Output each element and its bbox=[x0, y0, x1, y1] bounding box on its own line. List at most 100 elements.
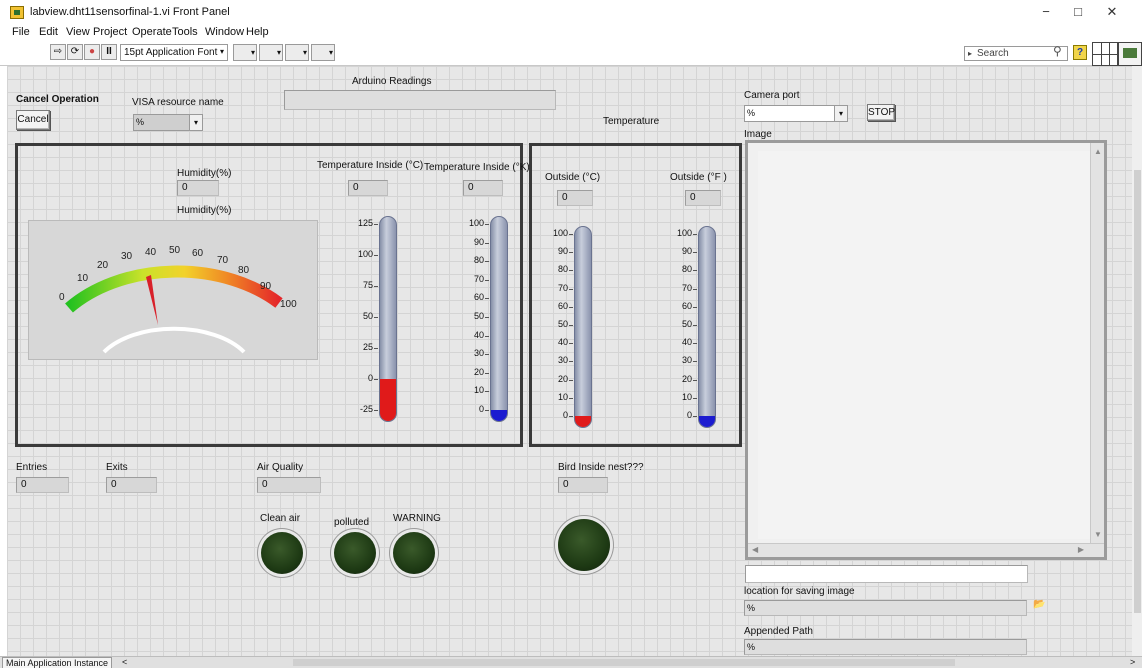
thermo-inside-k-tube bbox=[490, 216, 508, 422]
menu-operate[interactable]: Operate bbox=[132, 26, 172, 38]
thermo-outside-c-tick-label: 60 bbox=[557, 300, 568, 311]
thermo-outside-c-tick-label: 70 bbox=[557, 282, 568, 293]
thermo-outside-c-tick bbox=[569, 343, 573, 345]
exits-indicator: 0 bbox=[106, 477, 157, 493]
camera-port-label: Camera port bbox=[744, 90, 800, 101]
thermo-inside-k-tick bbox=[485, 298, 489, 300]
temp-inside-c-indicator: 0 bbox=[348, 180, 388, 196]
polluted-led[interactable] bbox=[334, 532, 376, 574]
image-filename-input[interactable] bbox=[745, 565, 1028, 583]
menu-help[interactable]: Help bbox=[246, 26, 269, 38]
thermo-outside-f-tick bbox=[693, 270, 697, 272]
thermo-inside-k-tick-label: 30 bbox=[473, 348, 484, 359]
thermo-outside-f-tick-label: 50 bbox=[681, 319, 692, 329]
scroll-up-icon[interactable]: ▲ bbox=[1094, 147, 1102, 156]
humidity-indicator: 0 bbox=[177, 180, 219, 196]
help-icon[interactable]: ? bbox=[1073, 45, 1087, 60]
image-vertical-scrollbar[interactable]: ▲ ▼ bbox=[1090, 143, 1104, 557]
appended-path-label: Appended Path bbox=[744, 626, 813, 637]
abort-icon[interactable]: ● bbox=[84, 44, 100, 60]
menu-view[interactable]: View bbox=[66, 26, 90, 38]
scroll-right-icon[interactable]: > bbox=[1130, 657, 1135, 667]
menu-tools[interactable]: Tools bbox=[172, 26, 198, 38]
warning-led[interactable] bbox=[393, 532, 435, 574]
appended-path-indicator: % bbox=[744, 639, 1027, 655]
gauge-needle[interactable] bbox=[146, 275, 158, 325]
align-objects-icon[interactable]: ▾ bbox=[233, 44, 257, 61]
font-select[interactable]: 15pt Application Font ▾ bbox=[120, 44, 228, 61]
bird-inside-nest-led[interactable] bbox=[558, 519, 610, 571]
vi-icon[interactable] bbox=[1118, 42, 1142, 66]
gauge-tick-label: 90 bbox=[260, 281, 272, 292]
thermo-inside-k-tick-label: 20 bbox=[473, 366, 484, 377]
thermo-inside-k-tick bbox=[485, 224, 489, 225]
panel-vertical-scrollbar[interactable] bbox=[1132, 66, 1142, 656]
gauge-tick-label: 40 bbox=[145, 247, 157, 258]
thermo-outside-f-tick-label: 60 bbox=[681, 300, 692, 311]
camera-port-select[interactable]: % ▾ bbox=[744, 105, 848, 122]
thermo-outside-c-tick-label: 20 bbox=[557, 373, 568, 384]
thermo-inside-c-tick-label: -25 bbox=[359, 404, 373, 414]
front-panel: Cancel Operation Cancel VISA resource na… bbox=[7, 66, 1132, 656]
temperature-title: Temperature bbox=[603, 116, 660, 127]
polluted-label: polluted bbox=[334, 517, 370, 528]
minimize-button[interactable]: − bbox=[1034, 4, 1058, 22]
pause-icon[interactable]: II bbox=[101, 44, 117, 60]
thermo-outside-f-tick bbox=[693, 416, 697, 417]
scroll-left-icon[interactable]: < bbox=[122, 657, 127, 667]
application-instance: Main Application Instance bbox=[2, 657, 113, 668]
browse-folder-icon[interactable]: 📂 bbox=[1033, 599, 1048, 613]
thermo-inside-k-tick-label: 70 bbox=[473, 273, 484, 284]
temp-inside-k-label: Temperature Inside (°K) bbox=[424, 162, 530, 173]
image-canvas[interactable] bbox=[758, 151, 1092, 539]
search-icon[interactable]: ⚲ bbox=[1053, 44, 1062, 58]
stop-button[interactable]: STOP bbox=[867, 104, 895, 121]
thermo-outside-c-tick bbox=[569, 325, 573, 326]
thermo-inside-c-fill[interactable] bbox=[380, 379, 396, 421]
scroll-left-icon[interactable]: ◀ bbox=[752, 545, 758, 554]
chevron-down-icon[interactable]: ▾ bbox=[834, 106, 847, 121]
thermometer-outside-f: 100 90 80 70 60 50 40 30 20 10 0 bbox=[662, 226, 722, 428]
thermo-outside-f-tick bbox=[693, 306, 697, 308]
restore-button[interactable]: □ bbox=[1066, 4, 1090, 22]
chevron-down-icon[interactable]: ▾ bbox=[189, 115, 202, 130]
scroll-right-icon[interactable]: ▶ bbox=[1078, 545, 1084, 554]
panel-vertical-scroll-thumb[interactable] bbox=[1134, 170, 1141, 613]
image-horizontal-scrollbar[interactable]: ◀ ▶ bbox=[748, 543, 1104, 557]
menu-file[interactable]: File bbox=[12, 26, 30, 38]
thermo-outside-f-tick-label: 10 bbox=[681, 391, 692, 402]
arduino-readings-label: Arduino Readings bbox=[352, 76, 432, 87]
distribute-objects-icon[interactable]: ▾ bbox=[259, 44, 283, 61]
thermo-inside-c-tick bbox=[374, 379, 378, 380]
labview-app-icon bbox=[10, 6, 24, 19]
clean-air-led[interactable] bbox=[261, 532, 303, 574]
panel-horizontal-scroll-thumb[interactable] bbox=[293, 659, 955, 666]
run-arrow-icon[interactable]: ⇨ bbox=[50, 44, 66, 60]
visa-resource-select[interactable]: % ▾ bbox=[133, 114, 203, 131]
outside-f-indicator: 0 bbox=[685, 190, 721, 206]
thermo-inside-k-tick bbox=[485, 335, 489, 337]
resize-objects-icon[interactable]: ▾ bbox=[285, 44, 309, 61]
thermo-outside-c-tick bbox=[569, 234, 573, 235]
menu-project[interactable]: Project bbox=[93, 26, 127, 38]
close-button[interactable]: ✕ bbox=[1100, 4, 1124, 22]
thermo-outside-f-tick bbox=[693, 379, 697, 381]
menu-window[interactable]: Window bbox=[205, 26, 244, 38]
thermo-outside-c-tick-label: 30 bbox=[557, 355, 568, 366]
run-continuously-icon[interactable]: ⟳ bbox=[67, 44, 83, 60]
thermo-outside-f-tick bbox=[693, 325, 697, 326]
reorder-icon[interactable]: ▾ bbox=[311, 44, 335, 61]
gauge-tick-label: 30 bbox=[121, 251, 133, 262]
cancel-button[interactable]: Cancel bbox=[16, 110, 50, 130]
thermo-inside-k-tick bbox=[485, 261, 489, 263]
scroll-down-icon[interactable]: ▼ bbox=[1094, 530, 1102, 539]
thermo-inside-c-tick-label: 125 bbox=[357, 218, 373, 228]
image-display[interactable]: ▲ ▼ ◀ ▶ bbox=[745, 140, 1107, 560]
menu-edit[interactable]: Edit bbox=[39, 26, 58, 38]
connector-pane-icon[interactable] bbox=[1092, 42, 1118, 66]
thermo-inside-c-tick-label: 0 bbox=[367, 373, 373, 383]
save-location-path[interactable]: % bbox=[744, 600, 1027, 616]
exits-label: Exits bbox=[106, 462, 128, 473]
temp-inside-k-indicator: 0 bbox=[463, 180, 503, 196]
outside-c-indicator: 0 bbox=[557, 190, 593, 206]
